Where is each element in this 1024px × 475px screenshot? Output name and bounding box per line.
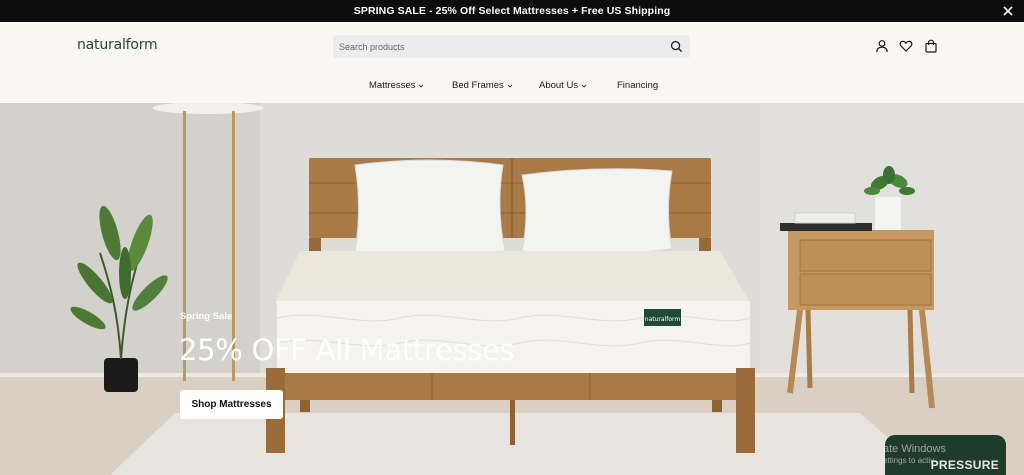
nav-item-label: About Us: [539, 80, 579, 91]
hero-banner: naturalform Spring Sale 25% OFF All Matt…: [0, 103, 1024, 475]
close-icon[interactable]: [1000, 3, 1016, 19]
shop-mattresses-button[interactable]: Shop Mattresses: [180, 390, 283, 419]
nav-item-mattresses[interactable]: Mattresses: [369, 80, 424, 91]
chevron-down-icon: [419, 84, 424, 88]
bag-icon[interactable]: [924, 39, 938, 53]
watermark-line-2: ettings to activ: [883, 456, 935, 465]
nav-item-label: Financing: [617, 80, 659, 91]
nav-item-bed-frames[interactable]: Bed Frames: [452, 80, 513, 91]
nav-item-financing[interactable]: Financing: [617, 80, 658, 91]
search-icon[interactable]: [670, 40, 683, 53]
hero-headline: 25% OFF All Mattresses: [179, 333, 515, 367]
chevron-down-icon: [507, 84, 513, 88]
site-header: naturalform Mattresses Bed Frames About …: [0, 22, 1024, 103]
heart-icon[interactable]: [899, 39, 913, 53]
search-bar: [333, 35, 690, 58]
nav-item-about-us[interactable]: About Us: [539, 80, 587, 91]
search-input[interactable]: [333, 35, 663, 58]
hero-image: naturalform: [0, 103, 1024, 475]
watermark-line-1: ate Windows: [883, 443, 946, 455]
announcement-text: SPRING SALE - 25% Off Select Mattresses …: [353, 5, 671, 17]
chevron-down-icon: [581, 84, 587, 88]
windows-activation-watermark: ate Windows ettings to activ: [883, 443, 946, 467]
announcement-bar: SPRING SALE - 25% Off Select Mattresses …: [0, 0, 1024, 22]
nav-item-label: Bed Frames: [452, 80, 504, 91]
account-icon[interactable]: [875, 39, 889, 53]
main-nav: Mattresses Bed Frames About Us Financing: [0, 80, 1024, 96]
hero-eyebrow: Spring Sale: [180, 311, 233, 322]
mattress-label: naturalform: [645, 316, 681, 323]
nav-item-label: Mattresses: [369, 80, 416, 91]
brand-logo[interactable]: naturalform: [77, 37, 158, 53]
brand-logo-text: naturalform: [77, 37, 158, 53]
